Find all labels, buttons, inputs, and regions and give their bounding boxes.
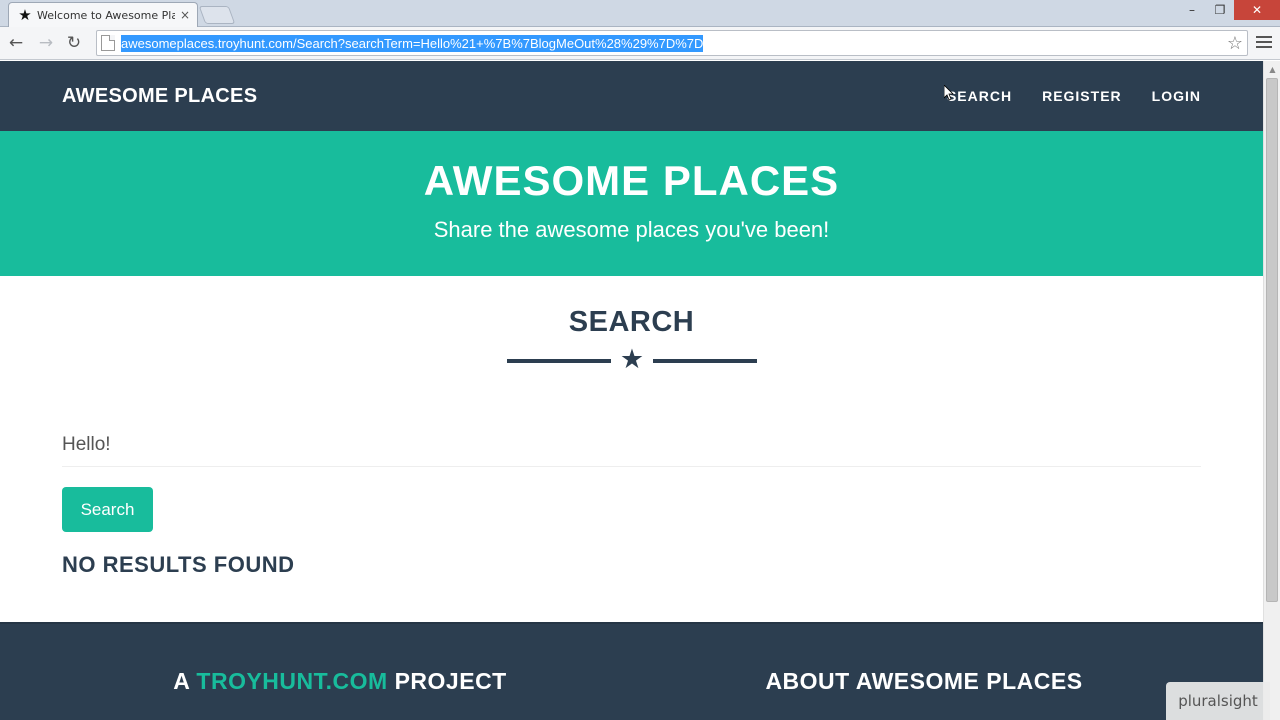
url-text[interactable]: awesomeplaces.troyhunt.com/Search?search… [121, 34, 704, 52]
footer-suffix: PROJECT [394, 668, 507, 694]
nav-links: SEARCH REGISTER LOGIN [947, 88, 1201, 104]
close-window-icon[interactable]: ✕ [1234, 0, 1280, 20]
brand-link[interactable]: AWESOME PLACES [62, 85, 257, 108]
nav-link-login[interactable]: LOGIN [1152, 88, 1201, 104]
pluralsight-watermark: pluralsight [1166, 682, 1270, 720]
star-favicon-icon: ★ [18, 6, 32, 24]
bookmark-star-icon[interactable]: ☆ [1227, 33, 1243, 54]
divider-line-right [653, 359, 757, 363]
reload-icon[interactable]: ↻ [64, 33, 84, 53]
footer-project-heading: A TROYHUNT.COM PROJECT [0, 668, 680, 695]
footer-about-heading: ABOUT AWESOME PLACES [765, 668, 1083, 694]
window-controls: – ❐ ✕ [1178, 0, 1280, 20]
page-viewport: AWESOME PLACES SEARCH REGISTER LOGIN AWE… [0, 61, 1263, 720]
forward-arrow-icon[interactable]: → [36, 33, 56, 53]
new-tab-button[interactable] [198, 6, 236, 24]
restore-icon[interactable]: ❐ [1206, 0, 1234, 20]
footer-prefix: A [173, 668, 190, 694]
hero-subtitle: Share the awesome places you've been! [433, 217, 830, 242]
hero-header: AWESOME PLACES Share the awesome places … [0, 131, 1263, 276]
scroll-up-arrow-icon[interactable]: ▲ [1264, 61, 1280, 77]
star-icon: ★ [619, 344, 645, 375]
site-footer: A TROYHUNT.COM PROJECT ABOUT AWESOME PLA… [0, 622, 1263, 720]
page-scrollbar[interactable]: ▲ [1263, 61, 1280, 720]
no-results-message: NO RESULTS FOUND [62, 552, 295, 577]
browser-menu-icon[interactable] [1256, 32, 1272, 52]
browser-toolbar: ← → ↻ awesomeplaces.troyhunt.com/Search?… [0, 27, 1280, 60]
back-arrow-icon[interactable]: ← [6, 33, 26, 53]
page-icon [101, 35, 115, 51]
browser-tab-bar: ★ Welcome to Awesome Pla × – ❐ ✕ [0, 0, 1280, 27]
star-divider: ★ [507, 344, 757, 375]
site-navbar: AWESOME PLACES SEARCH REGISTER LOGIN [0, 61, 1263, 131]
tab-close-icon[interactable]: × [179, 8, 191, 22]
hero-title: AWESOME PLACES [423, 157, 840, 204]
search-input[interactable] [62, 423, 1201, 467]
mouse-cursor-icon [944, 85, 954, 101]
search-button[interactable]: Search [62, 487, 153, 532]
nav-link-search[interactable]: SEARCH [947, 88, 1012, 104]
divider-line-left [507, 359, 611, 363]
nav-link-register[interactable]: REGISTER [1042, 88, 1122, 104]
scroll-thumb[interactable] [1266, 78, 1278, 602]
address-bar[interactable]: awesomeplaces.troyhunt.com/Search?search… [96, 30, 1248, 56]
browser-tab[interactable]: ★ Welcome to Awesome Pla × [8, 2, 198, 27]
tab-title: Welcome to Awesome Pla [37, 8, 175, 22]
minimize-icon[interactable]: – [1178, 0, 1206, 20]
troyhunt-link[interactable]: TROYHUNT.COM [196, 668, 387, 694]
section-title: SEARCH [568, 306, 695, 338]
